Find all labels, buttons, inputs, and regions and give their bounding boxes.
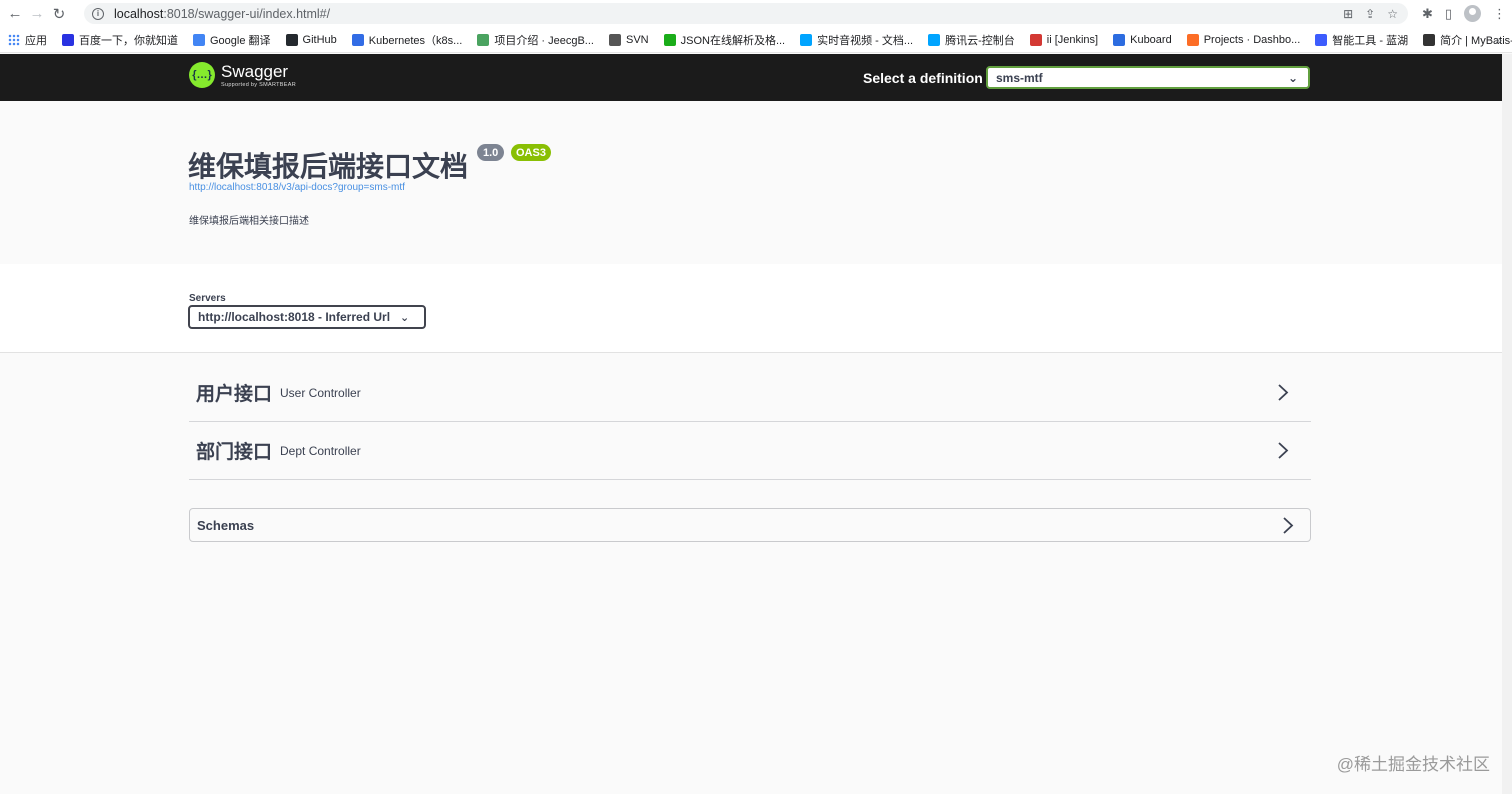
bookmark-label: SVN — [625, 33, 649, 46]
bookmark-item[interactable]: Kubernetes（k8s... — [351, 32, 463, 48]
bookmark-item[interactable]: 百度一下，你就知道 — [62, 32, 178, 48]
browser-toolbar: ← → ↻ i localhost:8018/swagger-ui/index.… — [0, 0, 1512, 27]
bookmark-item[interactable]: 实时音视频 - 文档... — [800, 32, 913, 48]
back-button[interactable]: ← — [4, 3, 26, 25]
extensions-icon[interactable]: ✱ — [1422, 6, 1433, 22]
tag-section-user[interactable]: 用户接口 User Controller — [189, 364, 1311, 422]
forward-button[interactable]: → — [26, 3, 48, 25]
schemas-section[interactable]: Schemas — [189, 508, 1311, 542]
swagger-topbar: {…} Swagger Supported by SMARTBEAR Selec… — [0, 54, 1502, 101]
profile-avatar[interactable] — [1464, 5, 1481, 22]
chevron-down-icon: ⌄ — [1287, 71, 1298, 85]
translate-icon[interactable]: ⊞ — [1343, 7, 1353, 21]
bookmark-favicon-icon — [193, 33, 205, 46]
bookmark-label: Projects · Dashbo... — [1203, 33, 1301, 46]
bookmark-item[interactable]: Kuboard — [1113, 33, 1172, 46]
definition-select[interactable]: sms-mtf ⌄ — [986, 66, 1310, 89]
bookmark-item[interactable]: 应用 — [8, 32, 47, 48]
bookmark-item[interactable]: Google 翻译 — [193, 32, 271, 48]
bookmark-favicon-icon — [351, 33, 364, 46]
bookmark-label: Google 翻译 — [210, 34, 271, 47]
chevron-right-icon — [1278, 442, 1289, 459]
reload-button[interactable]: ↻ — [48, 3, 70, 25]
bookmark-label: 百度一下，你就知道 — [79, 34, 178, 47]
bookmark-favicon-icon — [62, 33, 74, 46]
site-info-icon[interactable]: i — [92, 7, 104, 20]
side-panel-icon[interactable]: ▯ — [1445, 6, 1452, 22]
oas-badge: OAS3 — [511, 144, 551, 161]
url-text: localhost:8018/swagger-ui/index.html#/ — [114, 7, 330, 21]
bookmark-favicon-icon — [8, 33, 20, 46]
definition-value: sms-mtf — [996, 70, 1043, 85]
bookmark-item[interactable]: 腾讯云-控制台 — [928, 32, 1015, 48]
share-icon[interactable]: ⇪ — [1365, 7, 1375, 21]
schemas-title: Schemas — [197, 517, 255, 533]
bookmarks-overflow-icon[interactable]: » — [1495, 33, 1502, 47]
address-bar[interactable]: i localhost:8018/swagger-ui/index.html#/… — [84, 3, 1408, 24]
bookmark-item[interactable]: SVN — [608, 33, 649, 46]
bookmark-favicon-icon — [1113, 33, 1126, 46]
bookmark-favicon-icon — [1029, 33, 1042, 46]
chevron-right-icon — [1278, 384, 1289, 401]
tag-name: 用户接口 — [196, 383, 273, 405]
bookmark-item[interactable]: ii [Jenkins] — [1029, 33, 1099, 46]
definition-label: Select a definition — [863, 70, 983, 86]
bookmark-item[interactable]: 智能工具 - 蓝湖 — [1315, 32, 1408, 48]
bookmark-item[interactable]: Projects · Dashbo... — [1186, 33, 1301, 46]
bookmark-label: Kubernetes（k8s... — [368, 34, 463, 47]
bookmark-label: 项目介绍 · JeecgB... — [494, 34, 594, 47]
bookmark-item[interactable]: GitHub — [285, 33, 337, 46]
bookmark-favicon-icon — [285, 33, 298, 46]
servers-section: Servers http://localhost:8018 - Inferred… — [0, 264, 1502, 353]
bookmark-label: 实时音视频 - 文档... — [817, 34, 914, 47]
bookmark-label: 腾讯云-控制台 — [945, 34, 1015, 47]
servers-label: Servers — [189, 293, 226, 304]
star-icon[interactable]: ☆ — [1387, 7, 1398, 21]
bookmark-favicon-icon — [1423, 33, 1436, 46]
bookmarks-bar: 应用 百度一下，你就知道 Google 翻译 GitHub Kubernetes（k8s… — [0, 27, 1512, 53]
tag-description: Dept Controller — [280, 443, 361, 458]
servers-value: http://localhost:8018 - Inferred Url — [198, 310, 391, 324]
bookmark-item[interactable]: JSON在线解析及格... — [663, 32, 786, 48]
page-title: 维保填报后端接口文档 — [188, 150, 469, 183]
menu-icon[interactable]: ⋮ — [1493, 6, 1506, 22]
chevron-down-icon: ⌄ — [400, 311, 410, 324]
bookmark-item[interactable]: 项目介绍 · JeecgB... — [477, 32, 594, 48]
logo-subtitle: Supported by SMARTBEAR — [221, 81, 296, 88]
bookmark-favicon-icon — [800, 33, 813, 46]
api-docs-link[interactable]: http://localhost:8018/v3/api-docs?group=… — [189, 182, 405, 193]
bookmark-label: 智能工具 - 蓝湖 — [1332, 34, 1409, 47]
bookmark-label: ii [Jenkins] — [1046, 33, 1099, 46]
url-path: :8018/swagger-ui/index.html#/ — [163, 6, 331, 21]
bookmark-favicon-icon — [1315, 33, 1328, 46]
watermark: @稀土掘金技术社区 — [1336, 755, 1490, 774]
bookmark-label: Kuboard — [1130, 33, 1172, 46]
tag-name: 部门接口 — [196, 441, 273, 463]
chevron-right-icon — [1283, 517, 1294, 534]
servers-select[interactable]: http://localhost:8018 - Inferred Url ⌄ — [188, 305, 426, 329]
url-host: localhost — [114, 6, 164, 21]
scrollbar[interactable] — [1502, 54, 1512, 794]
bookmark-favicon-icon — [1186, 33, 1199, 46]
bookmark-favicon-icon — [663, 33, 676, 46]
tag-section-dept[interactable]: 部门接口 Dept Controller — [189, 422, 1311, 480]
bookmark-label: JSON在线解析及格... — [680, 34, 786, 47]
bookmark-favicon-icon — [477, 33, 490, 46]
swagger-logo-icon: {…} — [189, 62, 215, 88]
bookmark-label: GitHub — [302, 33, 337, 46]
tag-description: User Controller — [280, 385, 361, 400]
api-info: 维保填报后端接口文档 1.0 OAS3 http://localhost:801… — [0, 101, 1502, 264]
version-badge: 1.0 — [477, 144, 505, 161]
logo-title: Swagger — [221, 61, 289, 81]
bookmark-favicon-icon — [608, 33, 621, 46]
swagger-logo[interactable]: {…} Swagger Supported by SMARTBEAR — [189, 62, 296, 88]
api-description: 维保填报后端相关接口描述 — [189, 216, 309, 227]
bookmark-label: 应用 — [25, 34, 47, 47]
bookmark-favicon-icon — [928, 33, 941, 46]
